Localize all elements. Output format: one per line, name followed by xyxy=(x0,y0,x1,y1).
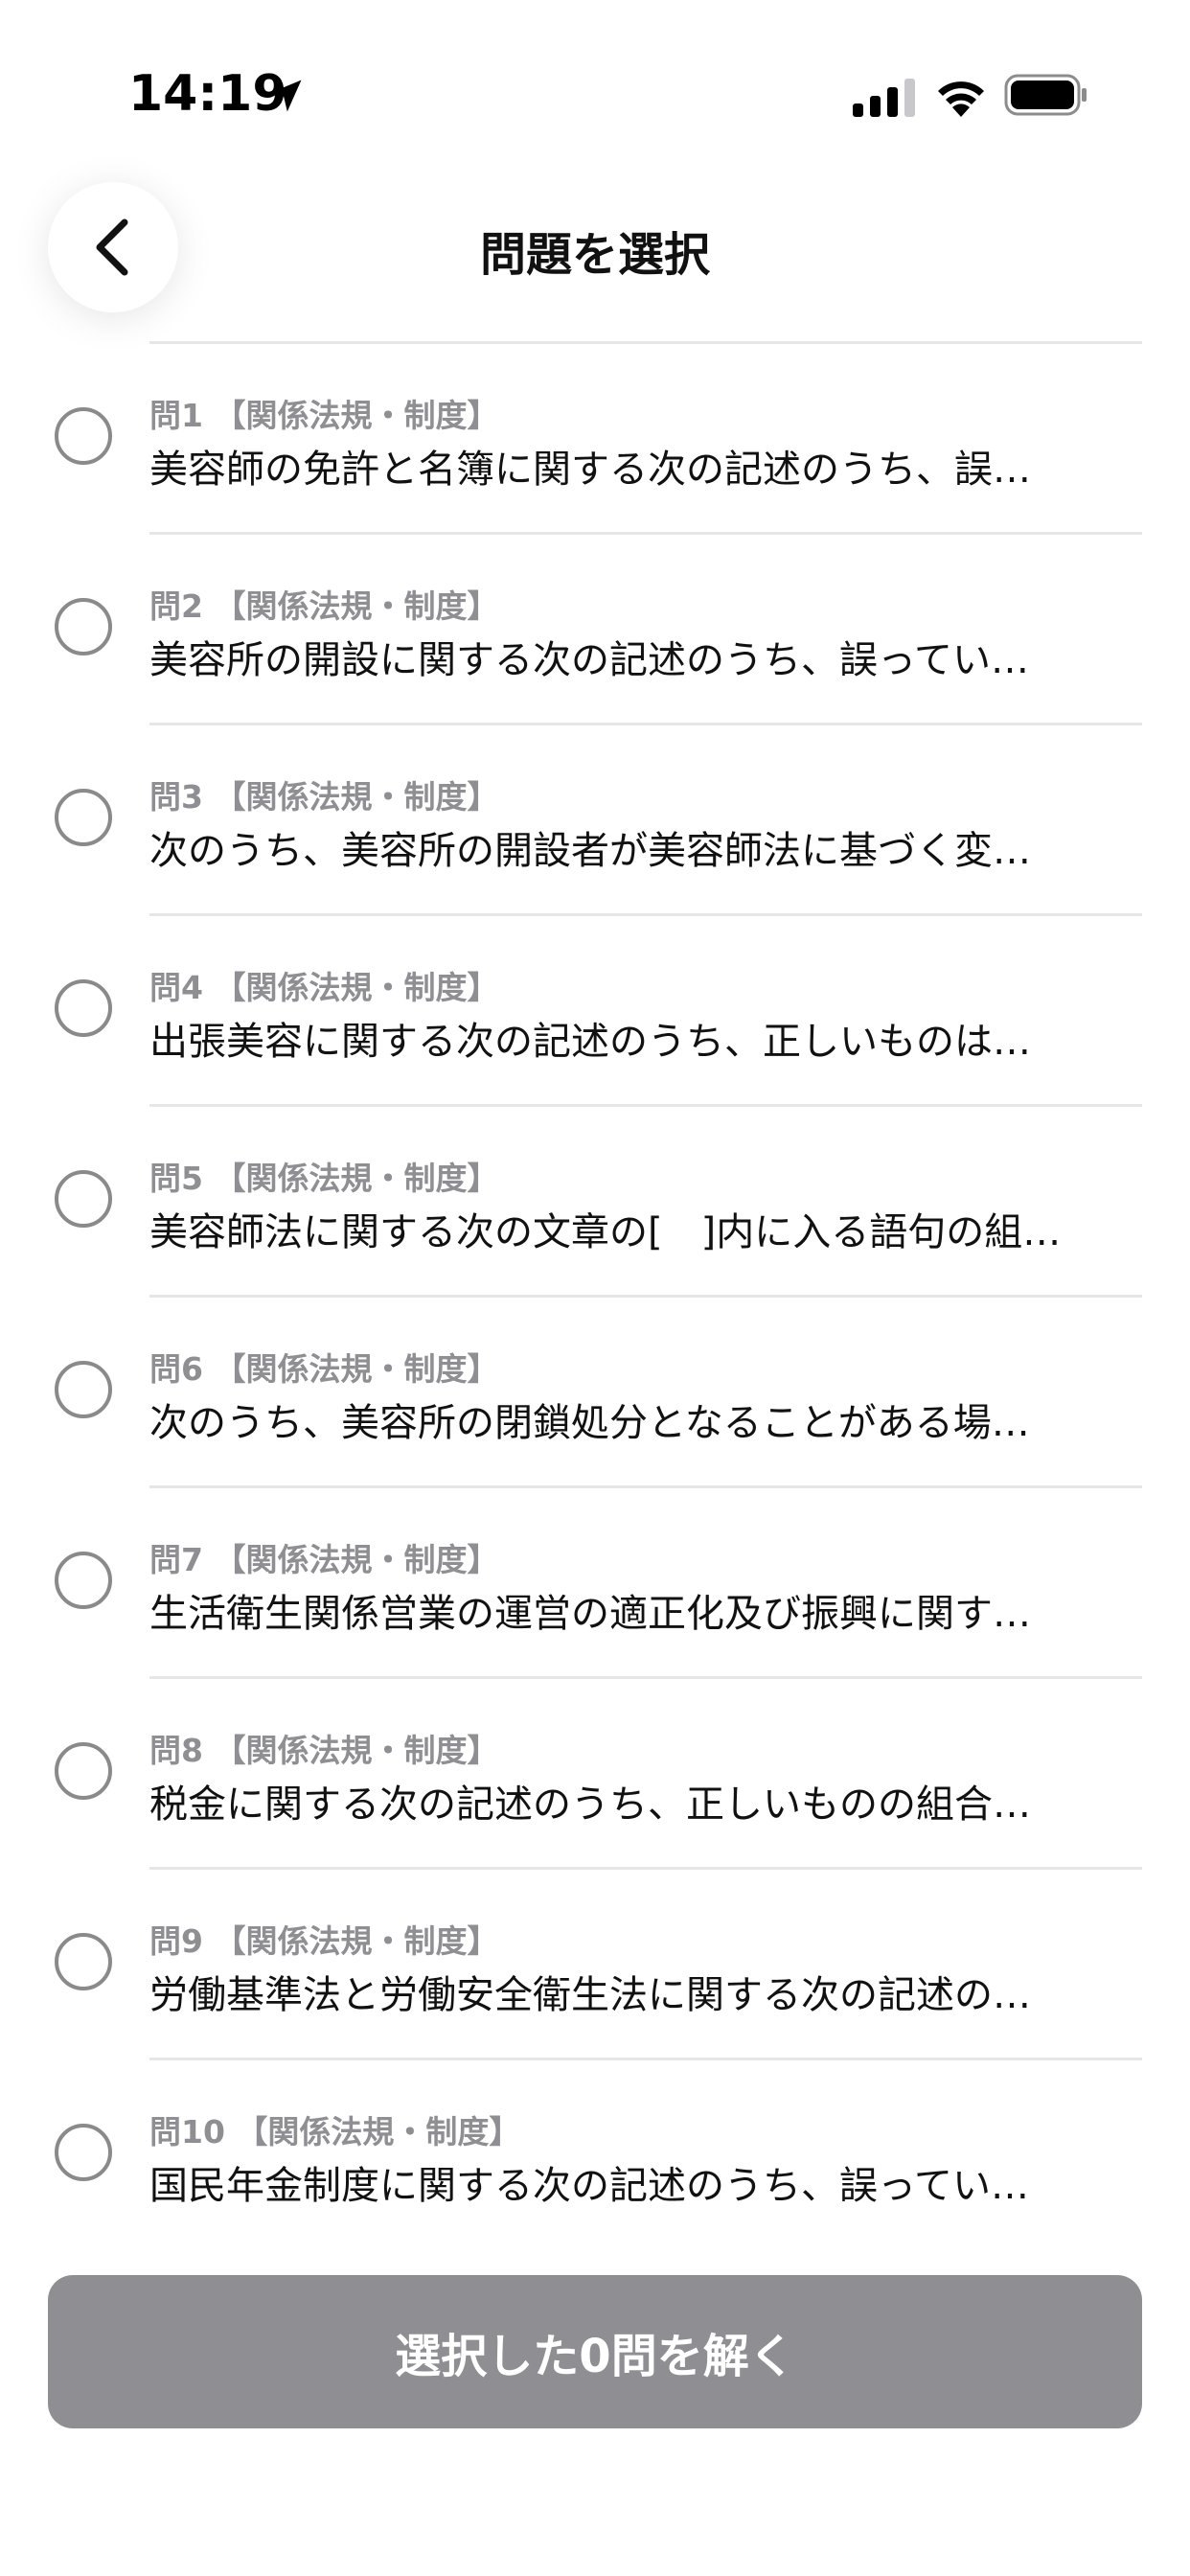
radio-button[interactable] xyxy=(55,2124,112,2181)
question-meta: 問7 【関係法規・制度】 xyxy=(149,1541,499,1578)
radio-button[interactable] xyxy=(55,407,112,465)
question-item-1[interactable]: 問1 【関係法規・制度】 美容師の免許と名簿に関する次の記述のうち、誤… xyxy=(0,344,1190,535)
wifi-icon xyxy=(938,81,984,117)
question-list: 問1 【関係法規・制度】 美容師の免許と名簿に関する次の記述のうち、誤… 問2 … xyxy=(0,341,1190,2251)
question-item-5[interactable]: 問5 【関係法規・制度】 美容師法に関する次の文章の[ ]内に入る語句の組… xyxy=(0,1107,1190,1298)
question-text: 次のうち、美容所の閉鎖処分となることがある場… xyxy=(149,1401,1030,1445)
question-text: 美容師の免許と名簿に関する次の記述のうち、誤… xyxy=(149,448,1031,492)
question-meta: 問3 【関係法規・制度】 xyxy=(149,778,499,816)
question-text: 国民年金制度に関する次の記述のうち、誤ってい… xyxy=(149,2164,1029,2208)
radio-button[interactable] xyxy=(55,789,112,846)
question-text: 美容所の開設に関する次の記述のうち、誤ってい… xyxy=(149,638,1029,682)
question-text: 出張美容に関する次の記述のうち、正しいものは… xyxy=(149,1020,1031,1064)
radio-button[interactable] xyxy=(55,1552,112,1609)
question-item-8[interactable]: 問8 【関係法規・制度】 税金に関する次の記述のうち、正しいものの組合… xyxy=(0,1679,1190,1870)
location-arrow-icon xyxy=(269,80,302,112)
battery-icon xyxy=(1004,74,1087,116)
question-item-3[interactable]: 問3 【関係法規・制度】 次のうち、美容所の開設者が美容師法に基づく変… xyxy=(0,725,1190,916)
question-meta: 問8 【関係法規・制度】 xyxy=(149,1732,499,1769)
question-item-2[interactable]: 問2 【関係法規・制度】 美容所の開設に関する次の記述のうち、誤ってい… xyxy=(0,535,1190,725)
radio-button[interactable] xyxy=(55,1742,112,1800)
question-text: 次のうち、美容所の開設者が美容師法に基づく変… xyxy=(149,829,1031,873)
radio-button[interactable] xyxy=(55,598,112,656)
question-text: 生活衛生関係営業の運営の適正化及び振興に関す… xyxy=(149,1592,1031,1636)
solve-selected-button[interactable]: 選択した0問を解く xyxy=(48,2275,1142,2428)
radio-button[interactable] xyxy=(55,1933,112,1990)
radio-button[interactable] xyxy=(55,1170,112,1228)
radio-button[interactable] xyxy=(55,1361,112,1418)
question-meta: 問10 【関係法規・制度】 xyxy=(149,2113,521,2150)
question-text: 美容師法に関する次の文章の[ ]内に入る語句の組… xyxy=(149,1210,1062,1254)
question-item-4[interactable]: 問4 【関係法規・制度】 出張美容に関する次の記述のうち、正しいものは… xyxy=(0,916,1190,1107)
status-bar: 14:19 xyxy=(0,0,1190,192)
page-title: 問題を選択 xyxy=(479,228,710,282)
question-meta: 問6 【関係法規・制度】 xyxy=(149,1350,499,1388)
cellular-signal-icon xyxy=(853,79,915,117)
question-meta: 問2 【関係法規・制度】 xyxy=(149,587,499,625)
question-item-10[interactable]: 問10 【関係法規・制度】 国民年金制度に関する次の記述のうち、誤ってい… xyxy=(0,2060,1190,2251)
question-item-7[interactable]: 問7 【関係法規・制度】 生活衛生関係営業の運営の適正化及び振興に関す… xyxy=(0,1488,1190,1679)
question-item-9[interactable]: 問9 【関係法規・制度】 労働基準法と労働安全衛生法に関する次の記述の… xyxy=(0,1870,1190,2060)
question-text: 税金に関する次の記述のうち、正しいものの組合… xyxy=(149,1782,1031,1827)
question-meta: 問1 【関係法規・制度】 xyxy=(149,397,499,434)
status-time: 14:19 xyxy=(128,65,287,123)
question-meta: 問5 【関係法規・制度】 xyxy=(149,1160,499,1197)
question-meta: 問9 【関係法規・制度】 xyxy=(149,1922,499,1960)
radio-button[interactable] xyxy=(55,979,112,1037)
question-item-6[interactable]: 問6 【関係法規・制度】 次のうち、美容所の閉鎖処分となることがある場… xyxy=(0,1298,1190,1488)
question-text: 労働基準法と労働安全衛生法に関する次の記述の… xyxy=(149,1973,1031,2017)
question-meta: 問4 【関係法規・制度】 xyxy=(149,969,499,1006)
